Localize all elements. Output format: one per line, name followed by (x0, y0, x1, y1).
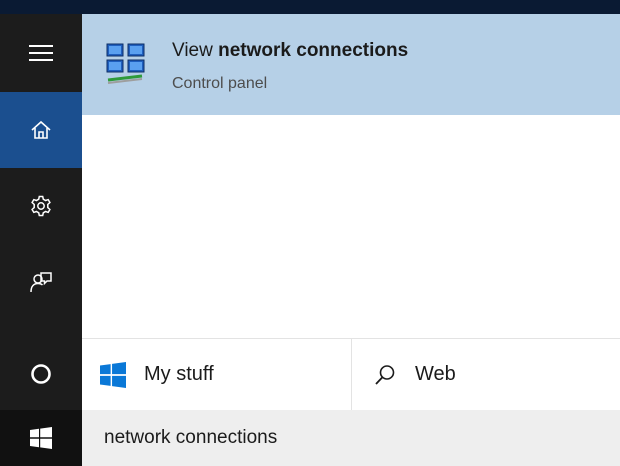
web-label: Web (415, 363, 456, 385)
menu-button[interactable] (0, 14, 82, 92)
network-connections-icon (106, 43, 145, 84)
start-button[interactable] (0, 410, 82, 466)
web-button[interactable]: Web (353, 339, 620, 410)
windows-logo-icon (100, 361, 126, 388)
feedback-button[interactable] (0, 244, 82, 320)
feedback-icon (30, 272, 52, 293)
search-query-text: network connections (104, 427, 278, 448)
result-title: View network connections (172, 40, 409, 61)
my-stuff-button[interactable]: My stuff (82, 339, 352, 410)
windows-start-icon (30, 427, 52, 449)
my-stuff-label: My stuff (144, 363, 214, 385)
home-button[interactable] (0, 92, 82, 168)
home-icon (31, 120, 51, 139)
result-subtitle: Control panel (172, 75, 268, 92)
hamburger-menu-icon (29, 45, 53, 61)
cortana-button[interactable] (0, 338, 82, 410)
search-result-view-network-connections[interactable]: View network connections Control panel (82, 14, 620, 115)
taskbar-top-edge (0, 0, 620, 14)
settings-button[interactable] (0, 168, 82, 244)
search-icon (375, 364, 395, 385)
settings-gear-icon (31, 195, 51, 217)
cortana-circle-icon (31, 364, 51, 384)
search-box[interactable]: network connections (82, 410, 620, 466)
search-scope-bar: My stuff Web (82, 338, 620, 410)
